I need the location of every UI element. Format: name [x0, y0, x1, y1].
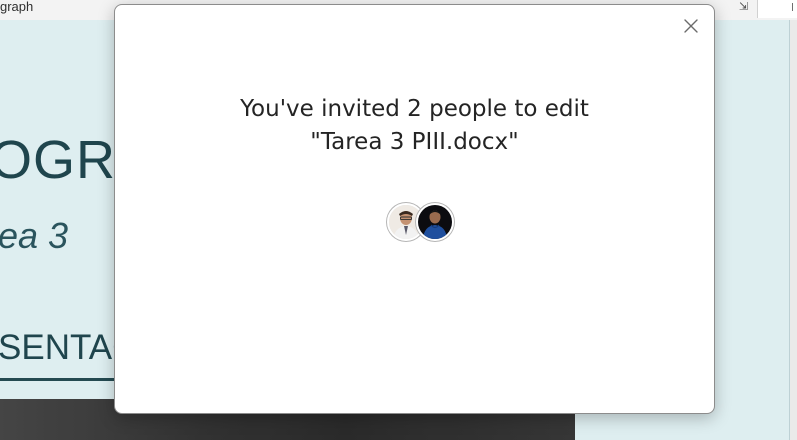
dialog-title: You've invited 2 people to edit "Tarea 3… — [115, 93, 714, 159]
dialog-title-line-1: You've invited 2 people to edit — [240, 96, 589, 122]
invited-people-avatars — [385, 203, 455, 243]
user-photo-avatar-icon — [418, 205, 452, 239]
avatar — [416, 203, 454, 241]
dialog-title-line-2: "Tarea 3 PIII.docx" — [310, 129, 519, 155]
share-confirmation-dialog: You've invited 2 people to edit "Tarea 3… — [114, 4, 715, 414]
close-button[interactable] — [680, 15, 702, 37]
close-icon — [684, 19, 698, 33]
